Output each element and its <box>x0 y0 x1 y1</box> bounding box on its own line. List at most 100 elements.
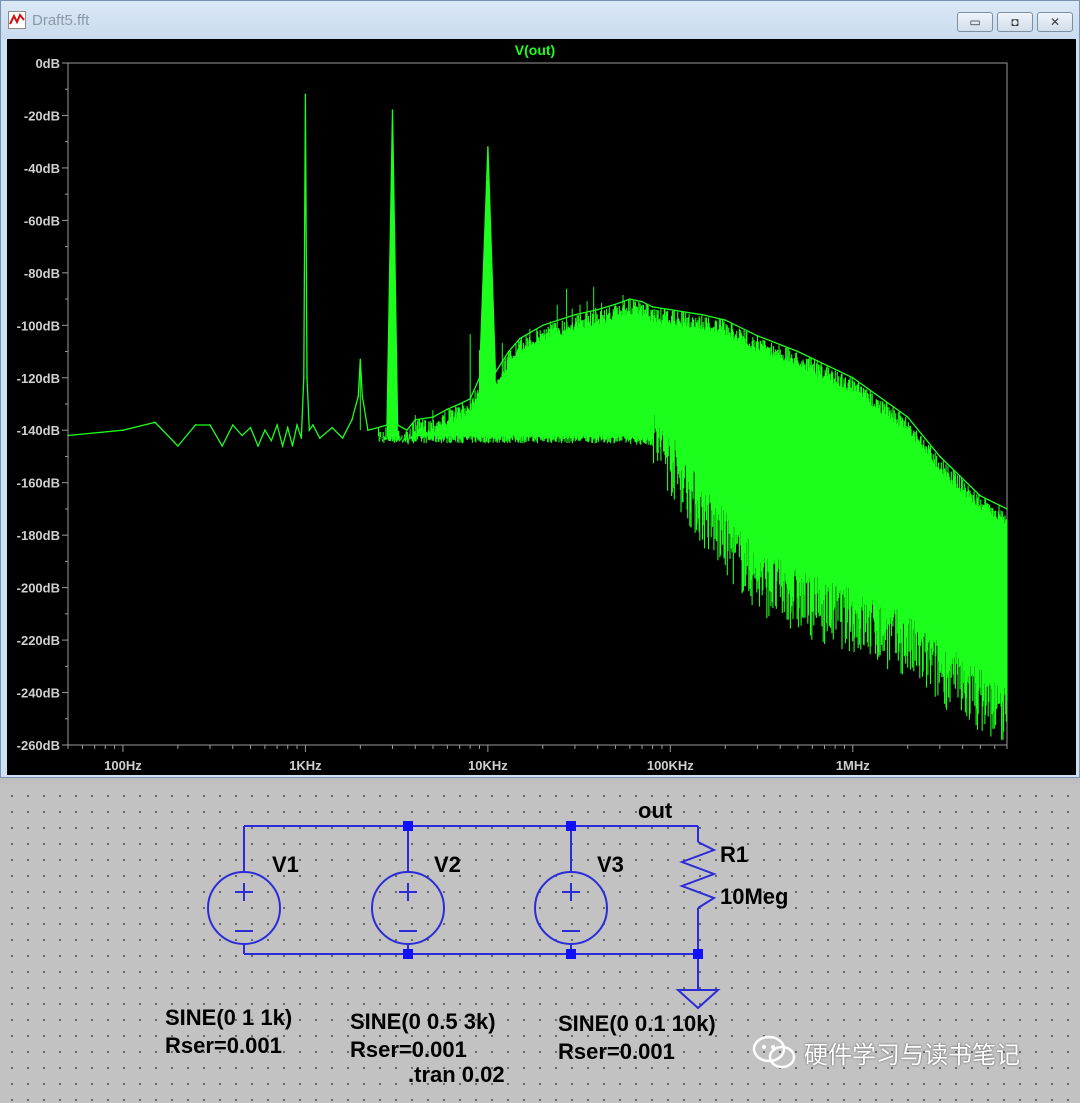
trace-point <box>291 445 294 447</box>
title-bar[interactable]: Draft5.fft ▭ ◘ ✕ <box>1 1 1079 39</box>
y-tick-label: -140dB <box>17 423 60 438</box>
y-tick-label: -240dB <box>17 686 60 701</box>
trace-point <box>797 350 799 353</box>
y-axis: 0dB -20dB -40dB -60dB -80dB -100dB -120dB -140d… <box>17 56 68 753</box>
v2-label[interactable]: V2 <box>434 852 461 878</box>
trace-point <box>939 455 941 458</box>
x-tick-label: 10KHz <box>468 758 508 773</box>
trace-point <box>177 445 179 447</box>
trace-point <box>701 314 704 316</box>
trace-point <box>276 424 278 426</box>
y-tick-label: -160dB <box>17 476 60 491</box>
trace-point <box>257 445 259 447</box>
minimize-icon: ▭ <box>969 15 981 29</box>
trace-point <box>231 424 234 426</box>
v2-spec-line1: SINE(0 0.5 3k) <box>350 1009 496 1034</box>
waveform-app-icon <box>8 11 26 29</box>
v2-spec[interactable]: SINE(0 0.5 3k) Rser=0.001 <box>350 1008 496 1064</box>
y-tick-label: -260dB <box>17 738 60 753</box>
y-tick-label: -200dB <box>17 581 60 596</box>
y-tick-label: 0dB <box>35 56 60 71</box>
trace-point <box>458 403 461 405</box>
junction-node <box>566 821 576 831</box>
trace-point <box>270 439 273 442</box>
trace-point <box>487 146 489 148</box>
voltage-source-v2[interactable] <box>371 871 445 945</box>
trace-title[interactable]: V(out) <box>515 42 555 58</box>
trace-point <box>446 408 449 411</box>
trace-point <box>367 429 369 432</box>
trace-point <box>979 495 982 497</box>
tran-directive[interactable]: .tran 0.02 <box>408 1062 505 1088</box>
waveform-window: Draft5.fft ▭ ◘ ✕ V(out) 0dB -20dB -40dB -60… <box>0 0 1080 778</box>
y-tick-label: -180dB <box>17 528 60 543</box>
trace-point <box>494 371 497 374</box>
trace-point <box>614 303 617 306</box>
trace-point <box>286 426 289 429</box>
y-tick-label: -80dB <box>24 266 60 281</box>
trace-point <box>194 424 197 426</box>
y-tick-label: -40dB <box>24 161 60 176</box>
trace-point <box>67 434 69 437</box>
v1-spec-line1: SINE(0 1 1k) <box>165 1005 293 1030</box>
trace-point <box>359 358 362 361</box>
trace-point <box>406 429 408 432</box>
window-title: Draft5.fft <box>32 12 90 29</box>
net-label-out[interactable]: out <box>638 798 672 824</box>
trace-point <box>386 424 388 426</box>
trace-point <box>304 93 307 96</box>
close-icon: ✕ <box>1049 15 1061 29</box>
trace-point <box>319 437 321 439</box>
v1-spec[interactable]: SINE(0 1 1k) Rser=0.001 <box>165 1004 292 1060</box>
trace-point <box>629 298 631 300</box>
junction-node <box>403 821 413 831</box>
minimize-button[interactable]: ▭ <box>957 12 993 32</box>
y-tick-label: -120dB <box>17 371 60 386</box>
junction-node <box>566 949 576 959</box>
trace-vout-band <box>377 121 1008 740</box>
resistor-r1[interactable] <box>679 841 717 909</box>
v1-label[interactable]: V1 <box>272 852 299 878</box>
trace-point <box>357 395 360 397</box>
maximize-button[interactable]: ◘ <box>997 12 1033 32</box>
fft-plot-pane[interactable]: V(out) 0dB -20dB -40dB -60dB -80dB -100dB -120… <box>7 39 1076 775</box>
wechat-icon <box>752 1035 796 1069</box>
y-tick-label: -60dB <box>24 213 60 228</box>
v3-label[interactable]: V3 <box>597 852 624 878</box>
trace-point <box>756 335 759 337</box>
r1-value[interactable]: 10Meg <box>720 884 788 910</box>
trace-point <box>300 437 303 439</box>
trace-point <box>249 426 252 429</box>
v3-spec[interactable]: SINE(0 0.1 10k) Rser=0.001 <box>558 1010 716 1066</box>
trace-group <box>67 93 1008 740</box>
trace-point <box>651 306 654 308</box>
trace-point <box>377 426 379 429</box>
trace-point <box>596 308 599 311</box>
voltage-source-v3[interactable] <box>534 871 608 945</box>
watermark-text: 硬件学习与读书笔记 <box>804 1040 1020 1069</box>
close-button[interactable]: ✕ <box>1037 12 1073 32</box>
watermark: 硬件学习与读书笔记 <box>752 1032 1020 1072</box>
trace-point <box>308 429 311 432</box>
trace-point <box>669 308 672 311</box>
voltage-source-v1[interactable] <box>207 871 281 945</box>
ground-symbol[interactable] <box>675 989 721 1010</box>
fft-chart[interactable]: V(out) 0dB -20dB -40dB -60dB -80dB -100dB -120… <box>7 39 1076 775</box>
v2-spec-line2: Rser=0.001 <box>350 1037 467 1062</box>
x-tick-label: 100KHz <box>647 758 694 773</box>
r1-label[interactable]: R1 <box>720 842 748 868</box>
trace-point <box>154 421 156 424</box>
trace-point <box>851 376 854 379</box>
trace-point <box>122 429 124 432</box>
trace-point <box>341 437 344 439</box>
trace-point <box>1006 508 1008 510</box>
trace-point <box>221 445 224 447</box>
x-axis: 100Hz 1KHz 10KHz 100KHz 1MHz <box>67 745 1008 773</box>
trace-point <box>241 434 243 437</box>
trace-point <box>306 376 308 379</box>
trace-point <box>541 324 544 327</box>
junction-node <box>403 949 413 959</box>
trace-point <box>209 424 211 426</box>
trace-point <box>296 424 298 426</box>
trace-point <box>519 337 521 340</box>
